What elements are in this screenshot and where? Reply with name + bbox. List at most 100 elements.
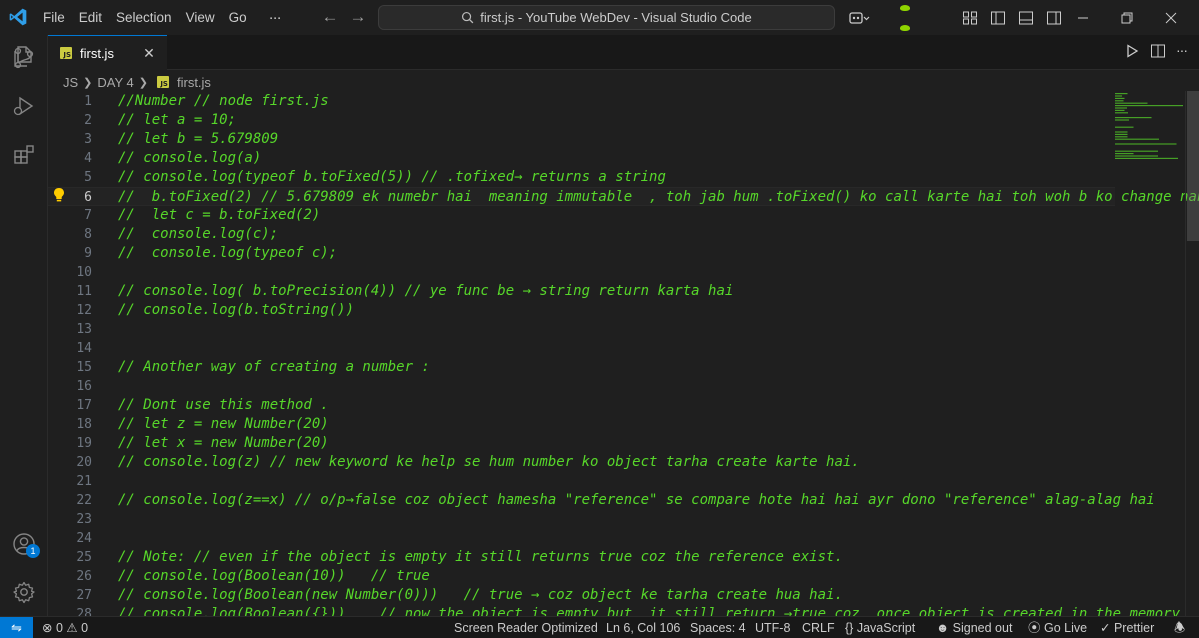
tab-close-icon[interactable]: ✕ <box>141 45 157 61</box>
menu-go[interactable]: Go <box>222 10 254 25</box>
problems-indicator[interactable]: ⊗ 0 ⚠ 0 <box>42 617 88 638</box>
customize-layout-icon[interactable] <box>962 10 978 26</box>
code-line[interactable]: 1 //Number // node first.js <box>48 92 1115 111</box>
more-actions-icon[interactable]: ··· <box>1176 43 1188 59</box>
cursor-position[interactable]: Ln 6, Col 106 <box>606 617 680 638</box>
code-line[interactable]: 4 // console.log(a) <box>48 149 1115 168</box>
restore-icon[interactable] <box>1120 11 1134 25</box>
menu-edit[interactable]: Edit <box>72 10 109 25</box>
minimize-icon[interactable] <box>1076 11 1090 25</box>
vertical-scrollbar[interactable] <box>1185 91 1199 616</box>
toggle-panel-icon[interactable] <box>1018 10 1034 26</box>
command-center[interactable]: first.js - YouTube WebDev - Visual Studi… <box>378 5 835 30</box>
screen-reader-status[interactable]: Screen Reader Optimized <box>454 617 598 638</box>
braces-icon: {} <box>845 621 854 635</box>
code-line[interactable]: 5 // console.log(typeof b.toFixed(5)) // … <box>48 168 1115 187</box>
back-arrow-icon[interactable]: ← <box>320 7 340 27</box>
code-editor[interactable]: 1 //Number // node first.js 2 // let a = 10… <box>48 91 1199 616</box>
code-line[interactable]: 8 // console.log(c); <box>48 225 1115 244</box>
code-line[interactable]: 11 // console.log( b.toPrecision(4)) // y… <box>48 282 1115 301</box>
breadcrumb-file[interactable]: first.js <box>177 75 211 90</box>
code-line[interactable]: 24 <box>48 529 1115 548</box>
code-line[interactable]: 20 // console.log(z) // new keyword ke he… <box>48 453 1115 472</box>
code-line[interactable]: 2 // let a = 10; <box>48 111 1115 130</box>
toggle-secondary-sidebar-icon[interactable] <box>1046 10 1062 26</box>
minimap[interactable] <box>1113 91 1185 251</box>
code-line[interactable]: 28 // console.log(Boolean({})) // now the… <box>48 605 1180 616</box>
breadcrumb-day4[interactable]: DAY 4 <box>97 75 133 90</box>
code-line[interactable]: 25 // Note: // even if the object is empt… <box>48 548 1115 567</box>
code-line[interactable]: 18 // let z = new Number(20) <box>48 415 1115 434</box>
line-number: 7 <box>84 208 92 223</box>
code-text: // let x = new Number(20) <box>118 435 329 451</box>
code-line[interactable]: 17 // Dont use this method . <box>48 396 1115 415</box>
status-bar: ⇋ ⊗ 0 ⚠ 0 Screen Reader Optimized Ln 6, … <box>0 616 1199 638</box>
go-live-label: Go Live <box>1044 621 1088 635</box>
vscode-logo-icon[interactable] <box>8 7 28 27</box>
code-line[interactable]: 7 // let c = b.toFixed(2) <box>48 206 1115 225</box>
menu-file[interactable]: File <box>36 10 72 25</box>
run-file-icon[interactable] <box>1124 43 1140 59</box>
language-mode[interactable]: {} JavaScript <box>845 617 915 638</box>
js-file-icon: JS <box>60 47 72 59</box>
line-number: 8 <box>84 227 92 242</box>
code-line[interactable]: 10 <box>48 263 1115 282</box>
breadcrumb-js[interactable]: JS <box>63 75 78 90</box>
menu-view[interactable]: View <box>179 10 222 25</box>
minimap-line <box>1115 102 1148 104</box>
code-line[interactable]: 3 // let b = 5.679809 <box>48 130 1115 149</box>
split-editor-icon[interactable] <box>1150 43 1166 59</box>
account-status[interactable]: ☻ Signed out <box>936 617 1012 638</box>
code-line[interactable]: 9 // console.log(typeof c); <box>48 244 1115 263</box>
code-line[interactable]: 15 // Another way of creating a number : <box>48 358 1115 377</box>
forward-arrow-icon[interactable]: → <box>348 7 368 27</box>
line-number: 19 <box>76 436 92 451</box>
double-check-icon: ✓ <box>1100 621 1111 635</box>
account-label: Signed out <box>952 621 1013 635</box>
prettier-status[interactable]: ✓ Prettier <box>1100 617 1154 638</box>
code-text: // let b = 5.679809 <box>118 131 279 147</box>
lightbulb-icon[interactable] <box>52 187 66 203</box>
minimap-line <box>1115 119 1129 121</box>
end-of-line[interactable]: CRLF <box>802 617 835 638</box>
menu-selection[interactable]: Selection <box>109 10 179 25</box>
minimap-line <box>1115 136 1128 138</box>
code-line[interactable]: 6// b.toFixed(2) // 5.679809 ek numebr h… <box>48 187 1199 206</box>
code-line[interactable]: 14 <box>48 339 1115 358</box>
run-and-debug-icon[interactable] <box>12 94 36 118</box>
toggle-primary-sidebar-icon[interactable] <box>990 10 1006 26</box>
code-line[interactable]: 23 <box>48 510 1115 529</box>
line-number: 21 <box>76 474 92 489</box>
notifications-bell-icon[interactable]: 🕭 <box>1174 617 1185 638</box>
tab-first-js[interactable]: JS first.js ✕ <box>48 35 167 70</box>
close-window-icon[interactable] <box>1164 11 1178 25</box>
code-line[interactable]: 21 <box>48 472 1115 491</box>
code-line[interactable]: 16 <box>48 377 1115 396</box>
code-line[interactable]: 12 // console.log(b.toString()) <box>48 301 1115 320</box>
remote-indicator-icon[interactable]: ⇋ <box>0 617 33 638</box>
minimap-line <box>1115 133 1128 135</box>
minimap-line <box>1115 131 1128 133</box>
menu-bar: File Edit Selection View Go ··· <box>36 0 288 35</box>
menu-more[interactable]: ··· <box>262 9 288 26</box>
line-number: 20 <box>76 455 92 470</box>
source-control-icon[interactable] <box>12 46 36 70</box>
green-dot-icon <box>900 4 910 11</box>
code-line[interactable]: 27 // console.log(Boolean(new Number(0)))… <box>48 586 1115 605</box>
code-line[interactable]: 19 // let x = new Number(20) <box>48 434 1115 453</box>
encoding[interactable]: UTF-8 <box>755 617 790 638</box>
extensions-icon[interactable] <box>12 143 36 167</box>
code-line[interactable]: 13 <box>48 320 1115 339</box>
code-text: // console.log(Boolean(new Number(0))) /… <box>118 587 843 603</box>
code-text: // console.log(Boolean(10)) // true <box>118 568 430 584</box>
indentation[interactable]: Spaces: 4 <box>690 617 746 638</box>
code-line[interactable]: 26 // console.log(Boolean(10)) // true <box>48 567 1115 586</box>
line-number: 26 <box>76 569 92 584</box>
code-line[interactable]: 22 // console.log(z==x) // o/p→false coz … <box>48 491 1154 510</box>
line-number: 17 <box>76 398 92 413</box>
go-live-button[interactable]: ⦿ Go Live <box>1028 617 1087 638</box>
broadcast-icon: ⦿ <box>1028 621 1041 635</box>
copilot-icon[interactable] <box>848 9 870 27</box>
manage-gear-icon[interactable] <box>12 580 36 604</box>
scrollbar-thumb[interactable] <box>1187 91 1199 241</box>
